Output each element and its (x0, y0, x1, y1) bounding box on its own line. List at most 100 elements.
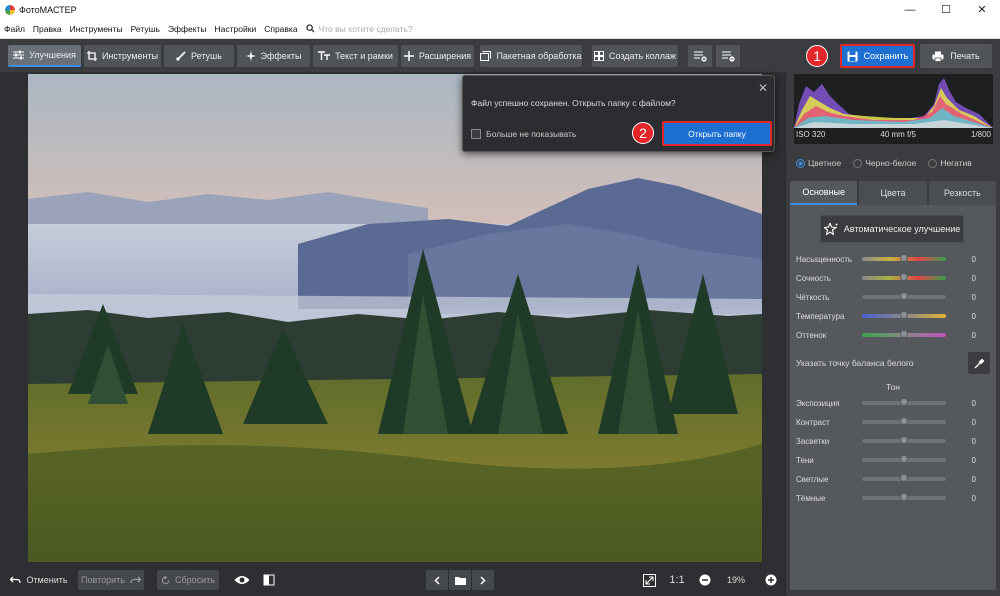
highlights-value: 0 (971, 436, 976, 446)
contrast-slider[interactable] (862, 417, 946, 425)
zoom-in-button[interactable] (763, 570, 779, 590)
tone-heading: Тон (886, 382, 900, 392)
slider-knob[interactable] (900, 398, 908, 406)
tab-retouch[interactable]: Ретушь (164, 45, 234, 67)
shadows-slider[interactable] (862, 455, 946, 463)
menu-edit[interactable]: Правка (29, 24, 66, 34)
tint-slider[interactable] (862, 330, 946, 338)
undo-button[interactable]: Отменить (8, 570, 70, 590)
mode-negative-radio[interactable]: Негатив (928, 158, 972, 168)
redo-button[interactable]: Повторить (78, 570, 144, 590)
compare-button[interactable] (260, 570, 278, 590)
redo-label: Повторить (81, 575, 125, 585)
auto-enhance-button[interactable]: Автоматическое улучшение (820, 215, 964, 243)
slider-knob[interactable] (900, 292, 908, 300)
collage-icon (593, 51, 604, 61)
add-preset-button[interactable] (688, 45, 712, 67)
slider-knob[interactable] (900, 493, 908, 501)
slider-knob[interactable] (900, 417, 908, 425)
dialog-close-button[interactable]: ✕ (758, 81, 768, 95)
tab-extensions-label: Расширения (418, 51, 472, 61)
slider-knob[interactable] (900, 474, 908, 482)
clarity-value: 0 (971, 292, 976, 302)
menu-search[interactable]: Что вы хотите сделать? (305, 23, 413, 34)
slider-knob[interactable] (900, 254, 908, 262)
exposure-label: Экспозиция (796, 398, 840, 408)
menu-retouch[interactable]: Ретушь (127, 24, 164, 34)
exif-info: ISO 320 40 mm f/5 1/800 (794, 130, 993, 139)
add-preset-icon (693, 51, 707, 62)
actual-size-button[interactable]: 1:1 (666, 570, 688, 590)
dont-show-again-label: Больше не показывать (486, 129, 577, 139)
printer-icon (932, 51, 944, 62)
whites-slider[interactable] (862, 474, 946, 482)
highlights-slider[interactable] (862, 436, 946, 444)
slider-knob[interactable] (900, 455, 908, 463)
menu-settings[interactable]: Настройки (211, 24, 261, 34)
dont-show-again-checkbox[interactable]: Больше не показывать (471, 129, 576, 139)
exposure-slider[interactable] (862, 398, 946, 406)
search-placeholder: Что вы хотите сделать? (318, 23, 413, 34)
tab-enhancements[interactable]: Улучшения (8, 45, 81, 67)
slider-knob[interactable] (900, 311, 908, 319)
menu-effects[interactable]: Эффекты (164, 24, 211, 34)
tab-basic[interactable]: Основные (790, 181, 858, 205)
reset-button[interactable]: Сбросить (157, 570, 219, 590)
contrast-value: 0 (971, 417, 976, 427)
close-window-button[interactable]: ✕ (964, 0, 1000, 19)
zoom-out-button[interactable] (697, 570, 713, 590)
highlights-slider-row: Засветки 0 (796, 435, 976, 447)
fit-screen-button[interactable] (640, 570, 658, 590)
menu-file[interactable]: Файл (0, 24, 29, 34)
white-balance-picker[interactable] (968, 352, 990, 374)
menu-tools[interactable]: Инструменты (66, 24, 127, 34)
prev-photo-button[interactable] (426, 570, 448, 590)
saturation-slider[interactable] (862, 254, 946, 262)
tab-sharpness[interactable]: Резкость (928, 181, 996, 205)
exposure-slider-row: Экспозиция 0 (796, 397, 976, 409)
batch-processing-button[interactable]: Пакетная обработка (480, 45, 582, 67)
white-balance-row: Указать точку баланса белого (796, 352, 990, 374)
next-photo-button[interactable] (472, 570, 494, 590)
vibrance-slider[interactable] (862, 273, 946, 281)
tab-enhancements-label: Улучшения (29, 50, 76, 60)
sparkle-icon (245, 51, 256, 61)
menu-help[interactable]: Справка (260, 24, 301, 34)
redo-icon (130, 576, 141, 584)
eyedropper-icon (974, 358, 984, 368)
tab-extensions[interactable]: Расширения (401, 45, 474, 67)
open-folder-bottom-button[interactable] (449, 570, 471, 590)
blacks-slider[interactable] (862, 493, 946, 501)
window-controls: — ☐ ✕ (892, 0, 1000, 19)
save-button[interactable]: Сохранить (840, 44, 915, 68)
mode-bw-label: Черно-белое (865, 158, 917, 168)
open-folder-button[interactable]: Открыть папку (662, 121, 772, 146)
create-collage-button[interactable]: Создать коллаж (592, 45, 678, 67)
tab-tools[interactable]: Инструменты (84, 45, 161, 67)
saturation-label: Насыщенность (796, 254, 853, 264)
tab-effects-label: Эффекты (260, 51, 302, 61)
maximize-button[interactable]: ☐ (928, 0, 964, 19)
print-button[interactable]: Печать (920, 44, 992, 68)
temperature-slider-row: Температура 0 (796, 310, 976, 322)
minimize-button[interactable]: — (892, 0, 928, 19)
tab-colors[interactable]: Цвета (859, 181, 927, 205)
temperature-slider[interactable] (862, 311, 946, 319)
histogram-graph (794, 78, 993, 128)
slider-knob[interactable] (900, 330, 908, 338)
mode-color-radio[interactable]: Цветное (796, 158, 841, 168)
basic-tab-body: Автоматическое улучшение Насыщенность 0 … (790, 205, 996, 590)
mode-bw-radio[interactable]: Черно-белое (853, 158, 916, 168)
blacks-slider-row: Тёмные 0 (796, 492, 976, 504)
preview-toggle[interactable] (232, 570, 252, 590)
whites-slider-row: Светлые 0 (796, 473, 976, 485)
tab-effects[interactable]: Эффекты (237, 45, 310, 67)
remove-preset-button[interactable] (716, 45, 740, 67)
tab-text-frames[interactable]: Текст и рамки (313, 45, 398, 67)
slider-knob[interactable] (900, 436, 908, 444)
shadows-slider-row: Тени 0 (796, 454, 976, 466)
clarity-slider[interactable] (862, 292, 946, 300)
temperature-label: Температура (796, 311, 845, 321)
magic-star-icon (823, 223, 838, 235)
slider-knob[interactable] (900, 273, 908, 281)
